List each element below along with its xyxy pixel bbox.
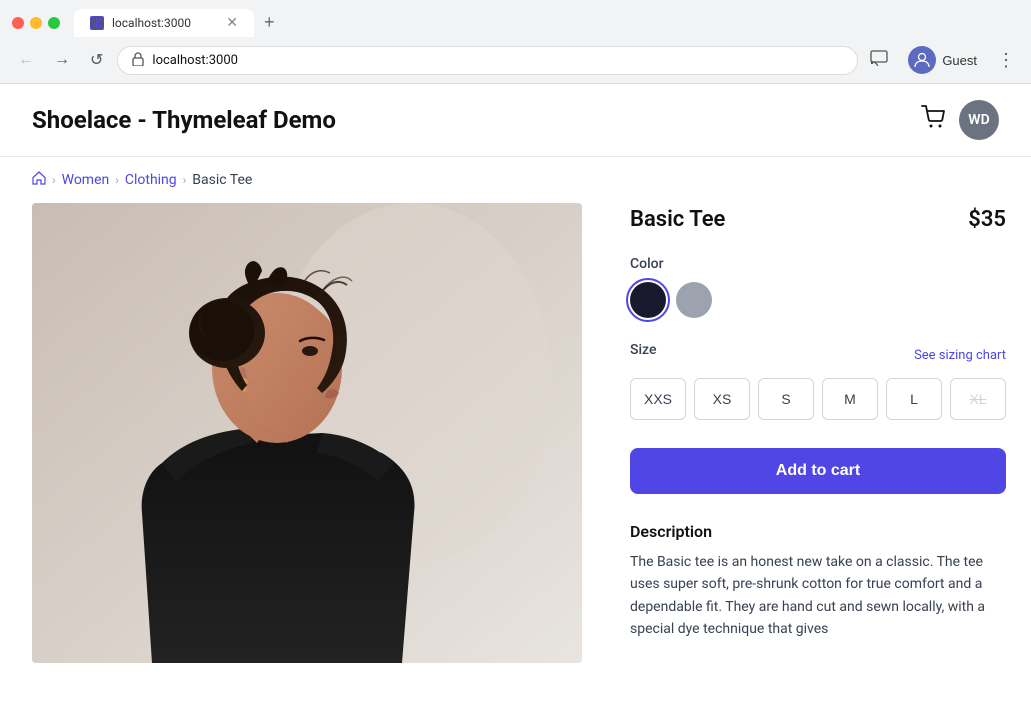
user-initials: WD — [968, 112, 989, 128]
toolbar-right: Guest ⋮ — [866, 43, 1019, 77]
size-l[interactable]: L — [886, 378, 942, 420]
size-s[interactable]: S — [758, 378, 814, 420]
page-header: Shoelace - Thymeleaf Demo WD — [0, 84, 1031, 157]
product-container: Basic Tee $35 Color Size See sizing char… — [0, 203, 1031, 703]
breadcrumb-sep-2: › — [183, 173, 187, 187]
add-to-cart-button[interactable]: Add to cart — [630, 448, 1006, 494]
product-details: Basic Tee $35 Color Size See sizing char… — [630, 203, 1006, 663]
breadcrumb-current: Basic Tee — [192, 172, 252, 188]
address-bar[interactable]: localhost:3000 — [117, 46, 858, 75]
cart-button[interactable] — [921, 105, 947, 135]
user-avatar-icon — [908, 46, 936, 74]
browser-tabs: localhost:3000 ✕ + — [0, 0, 1031, 37]
product-price: $35 — [968, 207, 1006, 232]
size-xxs[interactable]: XXS — [630, 378, 686, 420]
product-image-container — [32, 203, 582, 663]
back-button[interactable]: ← — [12, 47, 40, 73]
secure-icon — [132, 52, 144, 69]
site-title: Shoelace - Thymeleaf Demo — [32, 106, 336, 134]
color-swatch-black[interactable] — [630, 282, 666, 318]
close-window-dot[interactable] — [12, 17, 24, 29]
header-icons: WD — [921, 100, 999, 140]
product-name-price: Basic Tee $35 — [630, 207, 1006, 232]
color-swatch-gray[interactable] — [676, 282, 712, 318]
url-display: localhost:3000 — [152, 53, 238, 68]
product-image — [32, 203, 582, 663]
user-profile-avatar[interactable]: WD — [959, 100, 999, 140]
breadcrumb-clothing[interactable]: Clothing — [125, 172, 177, 188]
user-account-label: Guest — [942, 53, 977, 68]
browser-menu-button[interactable]: ⋮ — [993, 46, 1019, 75]
breadcrumb-sep-0: › — [52, 173, 56, 187]
size-m[interactable]: M — [822, 378, 878, 420]
maximize-window-dot[interactable] — [48, 17, 60, 29]
size-label: Size — [630, 342, 656, 358]
breadcrumb-sep-1: › — [115, 173, 119, 187]
minimize-window-dot[interactable] — [30, 17, 42, 29]
description-text: The Basic tee is an honest new take on a… — [630, 551, 1006, 641]
color-label: Color — [630, 256, 1006, 272]
reload-button[interactable]: ↺ — [84, 46, 109, 74]
active-tab[interactable]: localhost:3000 ✕ — [74, 9, 254, 37]
size-xs[interactable]: XS — [694, 378, 750, 420]
breadcrumb: › Women › Clothing › Basic Tee — [0, 157, 1031, 203]
size-xl[interactable]: XL — [950, 378, 1006, 420]
size-options: XXS XS S M L XL — [630, 378, 1006, 420]
description-title: Description — [630, 522, 1006, 541]
tab-close-button[interactable]: ✕ — [226, 15, 238, 31]
tab-title: localhost:3000 — [112, 16, 218, 30]
color-options — [630, 282, 1006, 318]
tab-favicon-icon — [90, 16, 104, 30]
new-tab-button[interactable]: + — [256, 8, 283, 37]
sizing-chart-link[interactable]: See sizing chart — [914, 348, 1006, 363]
size-header: Size See sizing chart — [630, 342, 1006, 368]
cast-button[interactable] — [866, 46, 892, 75]
user-account-button[interactable]: Guest — [900, 43, 985, 77]
window-controls — [12, 17, 60, 29]
home-icon[interactable] — [32, 171, 46, 189]
forward-button[interactable]: → — [48, 47, 76, 73]
browser-toolbar: ← → ↺ localhost:3000 — [0, 37, 1031, 83]
product-name: Basic Tee — [630, 207, 725, 232]
browser-chrome: localhost:3000 ✕ + ← → ↺ localhost:3000 — [0, 0, 1031, 84]
breadcrumb-women[interactable]: Women — [62, 172, 110, 188]
